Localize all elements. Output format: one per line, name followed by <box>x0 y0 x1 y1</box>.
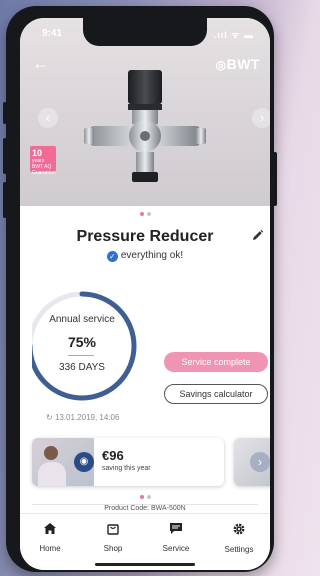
phone-frame: 9:41 .ııl ᯤ ▬ ← ◎BWT ‹ › 10 years BWT AQ… <box>3 6 277 572</box>
hero-page-dots <box>20 212 270 216</box>
cards-page-dots <box>20 495 270 499</box>
cards-dot-2[interactable] <box>146 495 151 499</box>
back-arrow-icon[interactable]: ← <box>32 54 50 72</box>
hero-dot-2[interactable] <box>146 212 151 216</box>
volume-down-button <box>3 182 7 218</box>
power-button <box>273 152 277 206</box>
refresh-icon: ↻ <box>46 413 53 422</box>
last-update: ↻ 13.01.2019, 14:06 <box>46 413 119 422</box>
tab-settings-label: Settings <box>224 545 254 554</box>
product-hero: 9:41 .ııl ᯤ ▬ ← ◎BWT ‹ › 10 years BWT AQ… <box>20 18 270 206</box>
gear-icon <box>233 523 245 535</box>
savings-calculator-button[interactable]: Savings calculator <box>164 384 268 404</box>
tab-service[interactable]: Service <box>146 522 206 553</box>
product-title: Pressure Reducer <box>76 228 214 245</box>
volume-up-button <box>3 138 7 174</box>
person-head <box>44 446 58 460</box>
status-time: 9:41 <box>42 28 63 39</box>
service-complete-button[interactable]: Service complete <box>164 352 268 372</box>
product-code-peek: Product Code: BWA-500N <box>104 505 186 512</box>
annual-service-days: 336 DAYS <box>59 362 105 373</box>
piggy-bank-icon: ◉ <box>74 452 94 472</box>
tab-settings[interactable]: Settings <box>209 522 269 554</box>
chat-icon <box>170 523 182 534</box>
guarantee-badge: 10 years BWT AQ Guarantee <box>30 146 56 176</box>
guarantee-badge-number: 10 <box>32 148 43 158</box>
product-status-text: everything ok! <box>120 250 184 261</box>
app-screen: 9:41 .ııl ᯤ ▬ ← ◎BWT ‹ › 10 years BWT AQ… <box>20 18 270 570</box>
carousel-next-icon[interactable]: › <box>252 108 270 128</box>
notch <box>83 18 207 46</box>
checkmark-icon: ✓ <box>106 251 118 262</box>
person-body <box>38 462 66 486</box>
tab-home[interactable]: Home <box>20 522 80 553</box>
edit-pencil-icon[interactable] <box>251 229 264 242</box>
brand-logo-text: BWT <box>226 56 260 72</box>
mute-switch <box>3 102 7 124</box>
status-icons: .ııl ᯤ ▬ <box>213 30 254 40</box>
tab-home-label: Home <box>39 544 61 553</box>
cards-next-icon[interactable]: › <box>250 452 270 472</box>
brand-logo-mark: ◎ <box>215 58 227 72</box>
bottom-tab-bar: Home Shop Service Settings <box>20 513 270 570</box>
annual-service-label: Annual service <box>49 314 115 325</box>
tab-shop-label: Shop <box>103 544 123 553</box>
annual-service-percent: 75% <box>67 334 97 350</box>
savings-subtitle: saving this year <box>102 465 151 472</box>
last-update-text: 13.01.2019, 14:06 <box>54 413 120 422</box>
cards-dot-1[interactable] <box>139 495 144 499</box>
home-icon <box>44 523 56 534</box>
guarantee-badge-text: years BWT AQ Guarantee <box>32 158 56 176</box>
product-status: ✓ everything ok! <box>20 250 270 262</box>
pressure-reducer-image <box>84 70 206 182</box>
tab-service-label: Service <box>162 544 190 553</box>
carousel-prev-icon[interactable]: ‹ <box>38 108 58 128</box>
brand-logo: ◎BWT <box>216 56 260 72</box>
tab-shop[interactable]: Shop <box>83 522 143 553</box>
savings-card[interactable]: ◉ €96 saving this year <box>32 438 224 486</box>
annual-service-divider <box>68 355 94 356</box>
savings-amount: €96 <box>102 448 124 463</box>
home-indicator <box>95 563 195 566</box>
hero-dot-1[interactable] <box>139 212 144 216</box>
shop-bag-icon <box>107 524 119 535</box>
